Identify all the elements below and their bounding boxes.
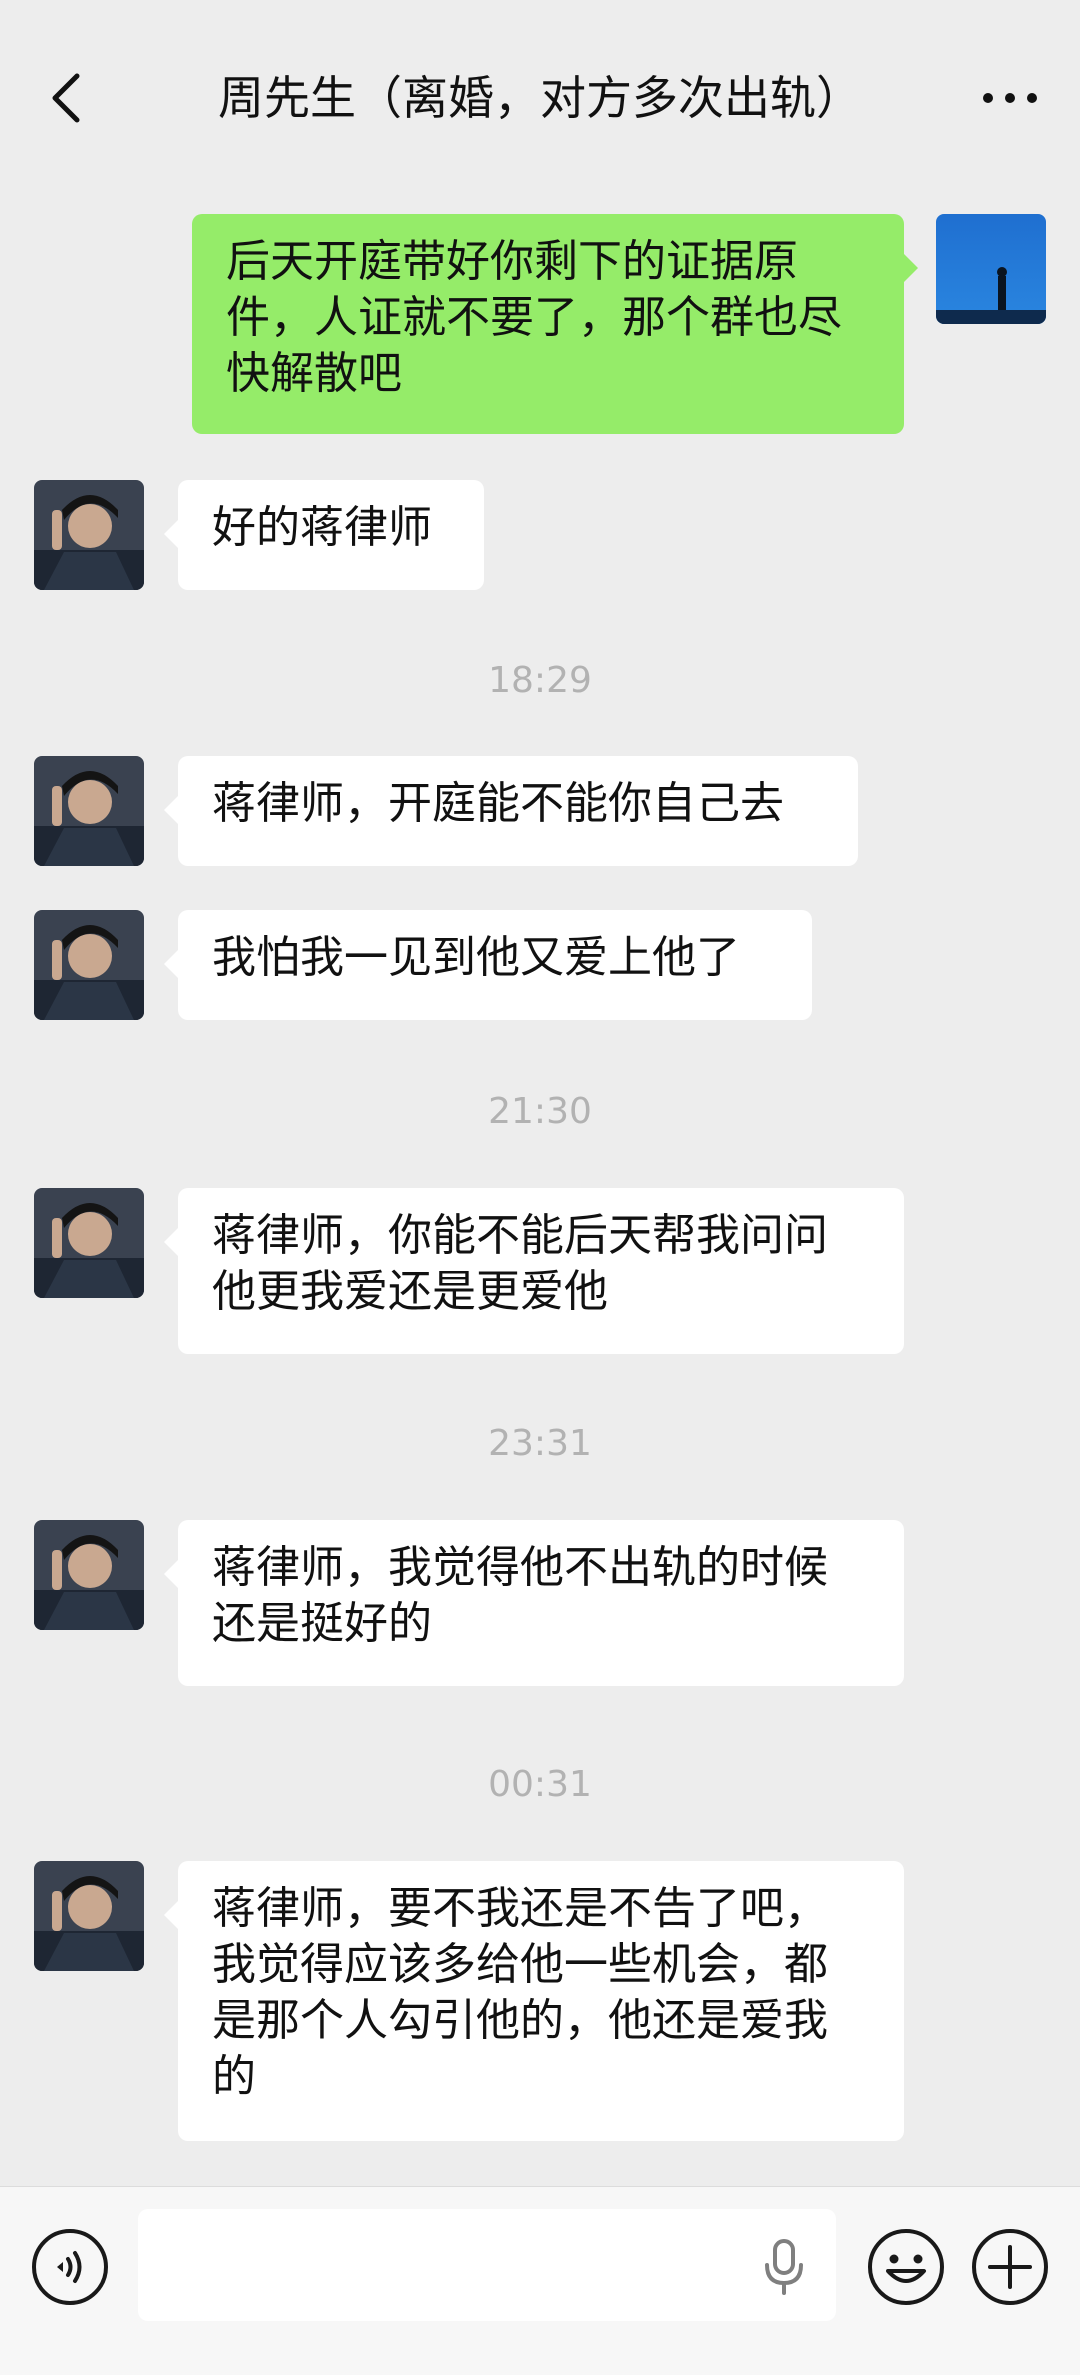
incoming-message-bubble[interactable]: 蒋律师，要不我还是不告了吧， 我觉得应该多给他一些机会，都 是那个人勾引他的，他… (164, 1861, 904, 2141)
contact-avatar[interactable] (34, 1861, 144, 1971)
avatar-image (34, 480, 144, 590)
incoming-message-bubble[interactable]: 蒋律师，你能不能后天帮我问问 他更我爱还是更爱他 (164, 1188, 904, 1354)
back-button[interactable] (36, 68, 96, 128)
my-avatar[interactable] (936, 214, 1046, 324)
timestamp: 21:30 (488, 1091, 592, 1132)
timestamp: 23:31 (488, 1423, 592, 1464)
more-actions-button[interactable] (970, 2227, 1050, 2307)
timestamp: 18:29 (488, 660, 592, 701)
microphone-icon[interactable] (760, 2239, 808, 2295)
voice-mode-icon (32, 2229, 108, 2305)
contact-avatar[interactable] (34, 1188, 144, 1298)
avatar-image (34, 1861, 144, 1971)
incoming-message-bubble[interactable]: 我怕我一见到他又爱上他了 (164, 910, 812, 1020)
chat-header: 周先生（离婚，对方多次出轨） (0, 0, 1080, 200)
incoming-message-bubble[interactable]: 好的蒋律师 (164, 480, 484, 590)
outgoing-message-bubble[interactable]: 后天开庭带好你剩下的证据原 件，人证就不要了，那个群也尽 快解散吧 (192, 214, 918, 434)
avatar-image (34, 1188, 144, 1298)
contact-avatar[interactable] (34, 910, 144, 1020)
avatar-image (936, 214, 1046, 324)
voice-mode-button[interactable] (30, 2227, 110, 2307)
plus-icon (972, 2229, 1048, 2305)
contact-avatar[interactable] (34, 480, 144, 590)
timestamp: 00:31 (488, 1764, 592, 1805)
chat-screen: 周先生（离婚，对方多次出轨） 后天开庭带好你剩下的证据原 件，人证就不要了，那个… (0, 0, 1080, 2375)
incoming-message-bubble[interactable]: 蒋律师，我觉得他不出轨的时候 还是挺好的 (164, 1520, 904, 1686)
contact-avatar[interactable] (34, 1520, 144, 1630)
chevron-left-icon (52, 73, 80, 123)
avatar-image (34, 910, 144, 1020)
contact-avatar[interactable] (34, 756, 144, 866)
incoming-message-bubble[interactable]: 蒋律师，开庭能不能你自己去 (164, 756, 858, 866)
avatar-image (34, 1520, 144, 1630)
chat-title: 周先生（离婚，对方多次出轨） (218, 71, 862, 125)
more-button[interactable] (970, 68, 1050, 128)
message-input[interactable] (138, 2209, 836, 2321)
emoji-icon (868, 2229, 944, 2305)
avatar-image (34, 756, 144, 866)
emoji-button[interactable] (866, 2227, 946, 2307)
chat-input-bar (0, 2186, 1080, 2375)
more-horizontal-icon (983, 93, 1037, 103)
